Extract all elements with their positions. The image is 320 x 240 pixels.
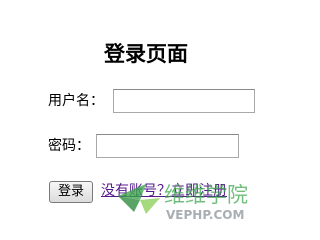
register-prefix: 没有账号？	[101, 183, 171, 199]
register-prompt: 没有账号？立即注册	[101, 182, 227, 200]
register-link[interactable]: 没有账号？立即注册	[101, 183, 227, 199]
username-label: 用户名：	[48, 93, 104, 109]
password-input[interactable]	[96, 134, 239, 158]
password-label: 密码：	[48, 138, 90, 154]
watermark-site: VEPHP.COM	[166, 208, 244, 222]
page-title: 登录页面	[104, 42, 188, 66]
register-link-label: 立即注册	[171, 183, 227, 199]
login-page: 登录页面 用户名： 密码： 登录 没有账号？立即注册 维维学院 VEPHP.CO…	[0, 0, 307, 235]
login-button[interactable]: 登录	[49, 181, 94, 203]
username-input[interactable]	[113, 89, 255, 113]
